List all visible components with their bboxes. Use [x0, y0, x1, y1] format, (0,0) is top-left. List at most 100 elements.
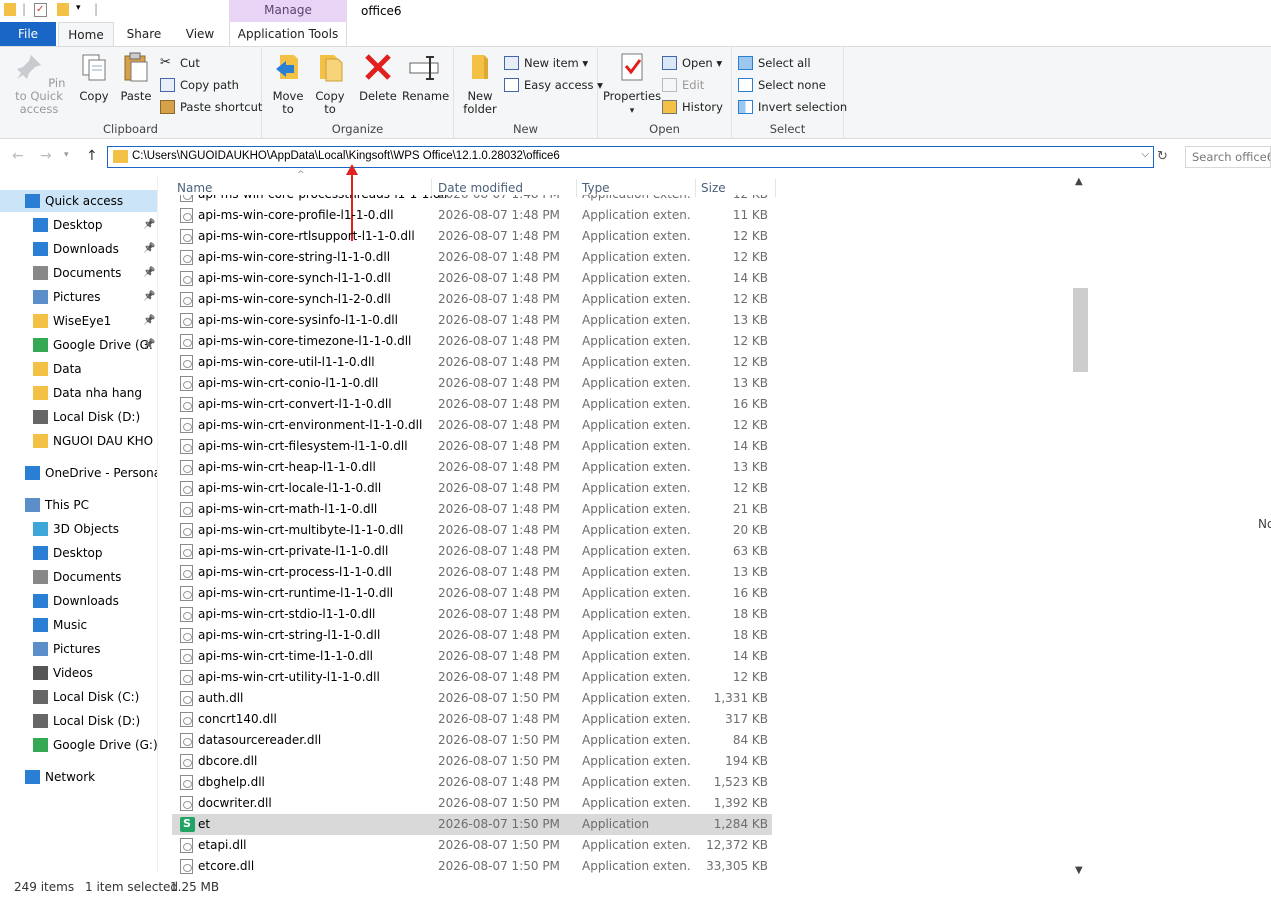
forward-arrow-icon[interactable]: →	[40, 148, 52, 164]
file-row[interactable]: auth.dll 2026-08-07 1:50 PM Application ex…	[172, 688, 772, 709]
tab-share[interactable]: Share	[116, 22, 172, 46]
address-path[interactable]: C:\Users\NGUOIDAUKHO\AppData\Local\Kings…	[132, 150, 560, 162]
sidebar-item[interactable]: OneDrive - Personal	[0, 462, 157, 484]
file-row[interactable]: api-ms-win-core-util-l1-1-0.dll 2026-08-0…	[172, 352, 772, 373]
file-row[interactable]: et 2026-08-07 1:50 PM Application 1,284 KB	[172, 813, 772, 835]
file-row[interactable]: api-ms-win-core-synch-l1-2-0.dll 2026-08-…	[172, 289, 772, 310]
refresh-icon[interactable]: ↻	[1157, 149, 1168, 164]
cut-button[interactable]: ✂ Cut	[160, 53, 200, 73]
sidebar-item[interactable]: Documents 📌	[0, 262, 157, 284]
sidebar-item[interactable]: Music	[0, 614, 157, 636]
delete-button[interactable]: Delete	[358, 51, 398, 103]
pin-to-quick-access-button[interactable]: Pin to Quick access	[6, 51, 72, 116]
sidebar-item[interactable]: Data	[0, 358, 157, 380]
file-row[interactable]: api-ms-win-crt-math-l1-1-0.dll 2026-08-07…	[172, 499, 772, 520]
file-row[interactable]: etcore.dll 2026-08-07 1:50 PM Application …	[172, 856, 772, 877]
sidebar-item[interactable]: Videos	[0, 662, 157, 684]
select-none-button[interactable]: Select none	[738, 75, 826, 95]
file-row[interactable]: api-ms-win-crt-stdio-l1-1-0.dll 2026-08-0…	[172, 604, 772, 625]
file-row[interactable]: api-ms-win-crt-private-l1-1-0.dll 2026-08…	[172, 541, 772, 562]
file-row[interactable]: dbcore.dll 2026-08-07 1:50 PM Application …	[172, 751, 772, 772]
file-row[interactable]: api-ms-win-core-synch-l1-1-0.dll 2026-08-…	[172, 268, 772, 289]
sidebar-item[interactable]: Pictures	[0, 638, 157, 660]
recent-locations-icon[interactable]: ▾	[64, 150, 69, 160]
invert-selection-button[interactable]: Invert selection	[738, 97, 847, 117]
new-item-button[interactable]: New item ▾	[504, 53, 588, 73]
sidebar-item[interactable]: Google Drive (G: 📌	[0, 334, 157, 356]
file-row[interactable]: api-ms-win-core-profile-l1-1-0.dll 2026-0…	[172, 205, 772, 226]
properties-icon[interactable]: ✓	[34, 3, 47, 17]
new-folder-icon[interactable]	[57, 3, 69, 16]
dll-file-icon	[180, 418, 193, 433]
scroll-down-icon[interactable]: ▼	[1075, 865, 1083, 876]
customize-toolbar-icon[interactable]: ▾	[76, 3, 81, 13]
scrollbar-thumb[interactable]	[1073, 288, 1088, 372]
sidebar-item[interactable]: Downloads	[0, 590, 157, 612]
file-row[interactable]: api-ms-win-crt-multibyte-l1-1-0.dll 2026-…	[172, 520, 772, 541]
move-to-button[interactable]: Move to	[268, 51, 308, 116]
file-row[interactable]: api-ms-win-crt-conio-l1-1-0.dll 2026-08-0…	[172, 373, 772, 394]
address-bar[interactable]: C:\Users\NGUOIDAUKHO\AppData\Local\Kings…	[107, 146, 1154, 168]
properties-button[interactable]: Properties ▾	[602, 51, 662, 118]
file-row[interactable]: api-ms-win-crt-process-l1-1-0.dll 2026-08…	[172, 562, 772, 583]
sidebar-item[interactable]: WiseEye1 📌	[0, 310, 157, 332]
sidebar-item[interactable]: Google Drive (G:)	[0, 734, 157, 756]
file-row[interactable]: api-ms-win-crt-string-l1-1-0.dll 2026-08-…	[172, 625, 772, 646]
tab-manage[interactable]: Manage	[229, 0, 347, 22]
file-row[interactable]: api-ms-win-core-processthreads-l1-1-1.dl…	[172, 195, 772, 205]
new-folder-button[interactable]: New folder	[460, 51, 500, 116]
easy-access-button[interactable]: Easy access ▾	[504, 75, 603, 95]
chevron-down-icon[interactable]: ⌵	[1141, 149, 1149, 160]
sidebar-item[interactable]: NGUOI DAU KHO	[0, 430, 157, 452]
tab-home[interactable]: Home	[58, 22, 114, 46]
file-row[interactable]: api-ms-win-core-timezone-l1-1-0.dll 2026-…	[172, 331, 772, 352]
sidebar-item[interactable]: Pictures 📌	[0, 286, 157, 308]
history-button[interactable]: History	[662, 97, 723, 117]
open-button[interactable]: Open ▾	[662, 53, 722, 73]
file-row[interactable]: etapi.dll 2026-08-07 1:50 PM Application e…	[172, 835, 772, 856]
sidebar-item[interactable]: Data nha hang	[0, 382, 157, 404]
file-row[interactable]: dbghelp.dll 2026-08-07 1:48 PM Application…	[172, 772, 772, 793]
tab-file[interactable]: File	[0, 22, 56, 46]
tab-application-tools[interactable]: Application Tools	[229, 22, 347, 46]
paste-button[interactable]: Paste	[116, 51, 156, 103]
file-row[interactable]: api-ms-win-crt-utility-l1-1-0.dll 2026-08…	[172, 667, 772, 688]
sidebar-item[interactable]: Network	[0, 766, 157, 788]
file-row[interactable]: api-ms-win-crt-filesystem-l1-1-0.dll 2026…	[172, 436, 772, 457]
file-row[interactable]: api-ms-win-crt-locale-l1-1-0.dll 2026-08-…	[172, 478, 772, 499]
search-input[interactable]: Search office6	[1185, 146, 1271, 168]
file-row[interactable]: api-ms-win-crt-runtime-l1-1-0.dll 2026-08…	[172, 583, 772, 604]
file-row[interactable]: api-ms-win-crt-environment-l1-1-0.dll 202…	[172, 415, 772, 436]
file-row[interactable]: docwriter.dll 2026-08-07 1:50 PM Applicati…	[172, 793, 772, 814]
rename-button[interactable]: Rename	[402, 51, 449, 103]
sidebar-item[interactable]: Documents	[0, 566, 157, 588]
file-row[interactable]: api-ms-win-core-sysinfo-l1-1-0.dll 2026-0…	[172, 310, 772, 331]
copy-to-button[interactable]: Copy to	[312, 51, 348, 116]
paste-shortcut-button[interactable]: Paste shortcut	[160, 97, 262, 117]
sidebar-item[interactable]: 3D Objects	[0, 518, 157, 540]
file-row[interactable]: api-ms-win-core-string-l1-1-0.dll 2026-08…	[172, 247, 772, 268]
file-row[interactable]: api-ms-win-crt-heap-l1-1-0.dll 2026-08-07…	[172, 457, 772, 478]
copy-path-button[interactable]: Copy path	[160, 75, 239, 95]
vertical-scrollbar[interactable]: ▲ ▼	[1072, 176, 1089, 876]
scroll-up-icon[interactable]: ▲	[1075, 176, 1083, 187]
sidebar-item[interactable]: Downloads 📌	[0, 238, 157, 260]
sidebar-item[interactable]: Local Disk (D:)	[0, 710, 157, 732]
select-all-button[interactable]: Select all	[738, 53, 811, 73]
sidebar-item[interactable]: Desktop	[0, 542, 157, 564]
sidebar-item[interactable]: Local Disk (D:)	[0, 406, 157, 428]
sidebar-item[interactable]: Desktop 📌	[0, 214, 157, 236]
copy-button[interactable]: Copy	[76, 51, 112, 103]
file-row[interactable]: api-ms-win-crt-convert-l1-1-0.dll 2026-08…	[172, 394, 772, 415]
sidebar-item[interactable]: This PC	[0, 494, 157, 516]
file-row[interactable]: api-ms-win-core-rtlsupport-l1-1-0.dll 202…	[172, 226, 772, 247]
file-row[interactable]: concrt140.dll 2026-08-07 1:48 PM Applicati…	[172, 709, 772, 730]
back-arrow-icon[interactable]: ←	[12, 148, 24, 164]
tab-view[interactable]: View	[174, 22, 226, 46]
file-row[interactable]: datasourcereader.dll 2026-08-07 1:50 PM Ap…	[172, 730, 772, 751]
up-arrow-icon[interactable]: ↑	[86, 148, 98, 164]
file-row[interactable]: api-ms-win-crt-time-l1-1-0.dll 2026-08-07…	[172, 646, 772, 667]
edit-button[interactable]: Edit	[662, 75, 704, 95]
sidebar-item[interactable]: Local Disk (C:)	[0, 686, 157, 708]
sidebar-item[interactable]: Quick access	[0, 190, 157, 212]
